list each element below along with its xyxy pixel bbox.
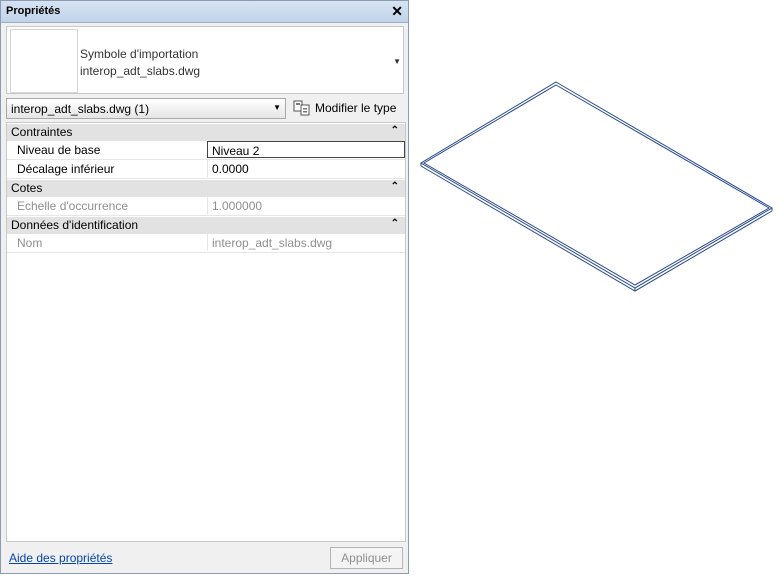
group-label: Données d'identification [11,218,139,232]
edit-type-label: Modifier le type [315,101,397,115]
property-row-instance-scale: Echelle d'occurrence 1.000000 [7,197,405,216]
property-row-name: Nom interop_adt_slabs.dwg [7,234,405,253]
properties-grid: Contraintes ⌃ Niveau de base Niveau 2 Dé… [6,122,406,542]
property-value: interop_adt_slabs.dwg [212,236,333,250]
property-row-base-level: Niveau de base Niveau 2 [7,141,405,160]
property-row-base-offset: Décalage inférieur 0.0000 [7,160,405,179]
drawing-viewport[interactable] [410,0,779,576]
type-name: interop_adt_slabs.dwg [80,64,201,78]
instance-scale-field: 1.000000 [207,197,405,214]
collapse-icon[interactable]: ⌃ [391,181,399,192]
edit-type-button[interactable]: Modifier le type [293,98,407,118]
property-name: Echelle d'occurrence [17,199,129,213]
slab-outline[interactable] [420,81,773,292]
collapse-icon[interactable]: ⌃ [391,218,399,229]
base-level-field[interactable]: Niveau 2 [207,141,405,158]
chevron-down-icon[interactable]: ▼ [273,103,281,112]
chevron-down-icon[interactable]: ▼ [393,57,401,66]
view-canvas [420,81,773,292]
property-name: Décalage inférieur [17,162,115,176]
edit-type-icon [293,100,310,116]
apply-button[interactable]: Appliquer [330,547,403,569]
property-value: 1.000000 [212,199,263,213]
property-value: 0.0000 [212,162,249,176]
group-label: Contraintes [11,125,73,139]
group-label: Cotes [11,181,43,195]
close-icon[interactable]: ✕ [391,3,403,20]
base-offset-field[interactable]: 0.0000 [207,160,405,177]
properties-help-link[interactable]: Aide des propriétés [9,551,112,565]
property-name: Nom [17,236,43,250]
property-name: Niveau de base [17,143,101,157]
instance-filter-value: interop_adt_slabs.dwg (1) [11,102,150,116]
group-dimensions[interactable]: Cotes ⌃ [7,179,405,197]
properties-palette: Propriétés ✕ Symbole d'importation inter… [0,0,409,574]
type-category: Symbole d'importation [80,47,199,61]
palette-title: Propriétés [6,5,61,17]
instance-filter-dropdown[interactable]: interop_adt_slabs.dwg (1) ▼ [6,98,286,119]
palette-titlebar[interactable]: Propriétés ✕ [1,1,408,23]
name-field: interop_adt_slabs.dwg [207,234,405,251]
group-identity-data[interactable]: Données d'identification ⌃ [7,216,405,234]
type-preview-thumbnail [10,29,78,93]
type-selector[interactable]: Symbole d'importation interop_adt_slabs.… [6,26,404,94]
property-value: Niveau 2 [212,144,260,158]
collapse-icon[interactable]: ⌃ [391,125,399,136]
group-constraints[interactable]: Contraintes ⌃ [7,123,405,141]
